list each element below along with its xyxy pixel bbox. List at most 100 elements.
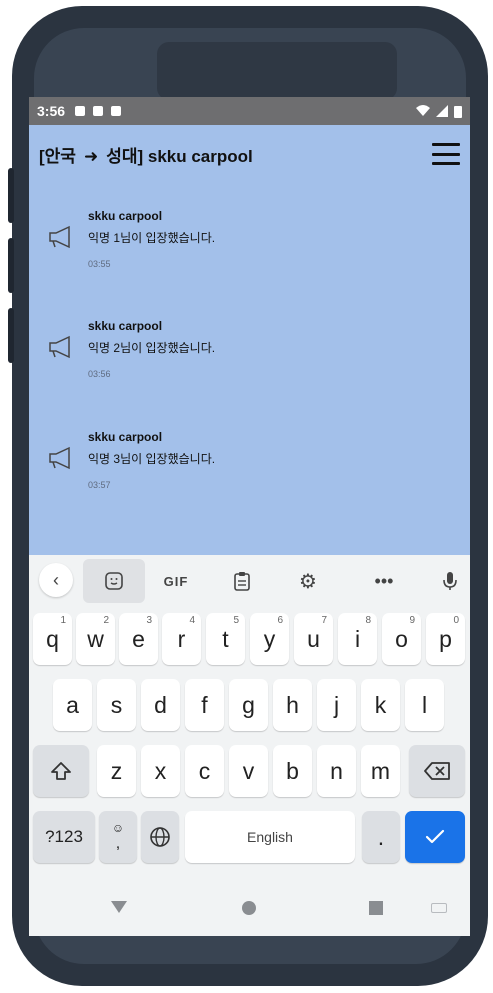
clipboard-notification-icon <box>111 106 122 116</box>
key-label: t <box>222 625 229 652</box>
key-p[interactable]: p0 <box>426 613 465 665</box>
backspace-key[interactable] <box>409 745 465 797</box>
key-j[interactable]: j <box>317 679 356 731</box>
enter-key[interactable] <box>405 811 465 863</box>
key-label: p <box>439 625 452 652</box>
system-navigation-bar <box>29 878 470 936</box>
key-q[interactable]: q1 <box>33 613 72 665</box>
keyboard-toolbar: ‹ GIF ⚙ ••• <box>29 555 470 605</box>
key-s[interactable]: s <box>97 679 136 731</box>
megaphone-icon <box>49 335 70 359</box>
key-y[interactable]: y6 <box>250 613 289 665</box>
system-message: skku carpool 익명 1님이 입장했습니다. 03:55 <box>45 209 445 289</box>
sticker-icon[interactable] <box>83 559 145 603</box>
nav-home-icon[interactable] <box>242 901 256 915</box>
key-hint: 8 <box>365 615 371 626</box>
status-bar: 3:56 <box>29 97 470 125</box>
key-i[interactable]: i8 <box>338 613 377 665</box>
system-message: skku carpool 익명 3님이 입장했습니다. 03:57 <box>45 430 445 510</box>
key-o[interactable]: o9 <box>382 613 421 665</box>
gif-button[interactable]: GIF <box>159 559 193 603</box>
chat-title-destination: 성대] skku carpool <box>106 146 253 166</box>
key-hint: 7 <box>321 615 327 626</box>
key-label: q <box>46 625 59 652</box>
key-g[interactable]: g <box>229 679 268 731</box>
message-text: 익명 2님이 입장했습니다. <box>88 341 216 355</box>
shift-key[interactable] <box>33 745 89 797</box>
space-bar[interactable]: English <box>185 811 355 863</box>
key-label: w <box>87 625 104 652</box>
key-hint: 3 <box>146 615 152 626</box>
nav-back-icon[interactable] <box>111 901 127 913</box>
key-l[interactable]: l <box>405 679 444 731</box>
key-hint: 6 <box>277 615 283 626</box>
volume-down-button <box>8 238 14 293</box>
gear-icon[interactable]: ⚙ <box>291 559 325 603</box>
message-sender: skku carpool <box>88 209 163 223</box>
more-icon[interactable]: ••• <box>367 559 401 603</box>
signal-icon <box>436 105 448 117</box>
comma-label: , <box>115 835 121 852</box>
key-h[interactable]: h <box>273 679 312 731</box>
microphone-icon[interactable] <box>433 559 467 603</box>
period-key[interactable]: . <box>362 811 400 863</box>
camera-notch <box>157 42 397 100</box>
key-x[interactable]: x <box>141 745 180 797</box>
key-label: r <box>177 625 186 652</box>
chat-header: [안국 ➜ 성대] skku carpool <box>29 125 470 183</box>
globe-icon <box>150 827 170 847</box>
clipboard-icon[interactable] <box>225 559 259 603</box>
key-n[interactable]: n <box>317 745 356 797</box>
key-m[interactable]: m <box>361 745 400 797</box>
globe-key[interactable] <box>141 811 179 863</box>
key-c[interactable]: c <box>185 745 224 797</box>
arrow-right-icon: ➜ <box>83 146 99 166</box>
message-time: 03:55 <box>88 259 111 269</box>
message-text: 익명 3님이 입장했습니다. <box>88 452 216 466</box>
key-label: o <box>395 625 408 652</box>
key-b[interactable]: b <box>273 745 312 797</box>
chevron-left-icon[interactable]: ‹ <box>39 563 73 597</box>
key-e[interactable]: e3 <box>119 613 158 665</box>
key-hint: 4 <box>189 615 195 626</box>
hamburger-menu-icon[interactable] <box>432 143 460 165</box>
key-w[interactable]: w2 <box>76 613 115 665</box>
key-k[interactable]: k <box>361 679 400 731</box>
key-label: u <box>307 625 320 652</box>
key-a[interactable]: a <box>53 679 92 731</box>
message-sender: skku carpool <box>88 319 163 333</box>
message-time: 03:56 <box>88 369 111 379</box>
message-sender: skku carpool <box>88 430 163 444</box>
symbols-key[interactable]: ?123 <box>33 811 95 863</box>
key-f[interactable]: f <box>185 679 224 731</box>
key-label: e <box>132 625 145 652</box>
emoji-comma-key[interactable]: ☺ , <box>99 811 137 863</box>
soft-keyboard: ‹ GIF ⚙ ••• q1 w2 e3 r4 t5 y6 u7 i8 o9 p… <box>29 555 470 936</box>
volume-up-button <box>8 168 14 223</box>
shift-icon <box>51 762 71 780</box>
key-hint: 1 <box>60 615 66 626</box>
key-label: i <box>354 625 361 652</box>
chat-title: [안국 ➜ 성대] skku carpool <box>39 142 253 167</box>
key-r[interactable]: r4 <box>162 613 201 665</box>
battery-icon <box>454 105 462 118</box>
key-v[interactable]: v <box>229 745 268 797</box>
key-u[interactable]: u7 <box>294 613 333 665</box>
key-hint: 5 <box>233 615 239 626</box>
keyboard-switch-icon[interactable] <box>431 903 447 913</box>
megaphone-icon <box>49 446 70 470</box>
settings-notification-icon <box>75 106 86 116</box>
power-button <box>8 308 14 363</box>
app-screen: 3:56 [안국 ➜ 성대] skku carpool skku carpool 익… <box>29 97 470 936</box>
key-z[interactable]: z <box>97 745 136 797</box>
nav-recents-icon[interactable] <box>369 901 383 915</box>
megaphone-icon <box>49 225 70 249</box>
key-d[interactable]: d <box>141 679 180 731</box>
wifi-icon <box>416 105 430 116</box>
message-text: 익명 1님이 입장했습니다. <box>88 231 216 245</box>
key-t[interactable]: t5 <box>206 613 245 665</box>
check-icon <box>425 829 445 844</box>
message-time: 03:57 <box>88 480 111 490</box>
key-hint: 0 <box>453 615 459 626</box>
status-time: 3:56 <box>37 103 66 119</box>
